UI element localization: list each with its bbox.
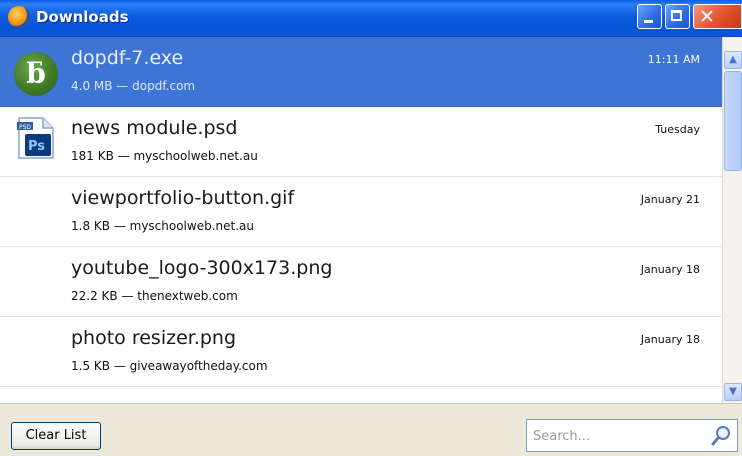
scroll-down-button[interactable]: ▼	[724, 383, 742, 401]
search-input[interactable]	[531, 424, 705, 449]
download-filename: dopdf-7.exe	[71, 47, 184, 69]
bottom-toolbar: Clear List	[0, 403, 742, 456]
vertical-scrollbar[interactable]: ▲ ▼	[722, 37, 742, 403]
download-item[interactable]: PSD Ps news module.psd 181 KB — myschool…	[0, 107, 722, 177]
download-filename: news module.psd	[71, 117, 238, 139]
download-date: Tuesday	[655, 123, 700, 136]
svg-text:PSD: PSD	[19, 124, 31, 131]
download-filename: viewportfolio-button.gif	[71, 187, 295, 209]
download-date: January 21	[640, 193, 700, 206]
download-item[interactable]: viewportfolio-button.gif 1.8 KB — myscho…	[0, 177, 722, 247]
svg-text:Ps: Ps	[28, 139, 45, 154]
minimize-icon	[644, 20, 653, 23]
scroll-up-button[interactable]: ▲	[724, 51, 742, 69]
download-details: 1.8 KB — myschoolweb.net.au	[71, 219, 254, 233]
download-date: January 18	[640, 263, 700, 276]
dopdf-app-icon: ƃ	[14, 52, 58, 96]
maximize-button[interactable]	[665, 4, 690, 29]
download-date: 11:11 AM	[647, 53, 700, 66]
close-button[interactable]: ✕	[693, 4, 742, 29]
download-filename: youtube_logo-300x173.png	[71, 257, 333, 279]
download-details: 1.5 KB — giveawayoftheday.com	[71, 359, 268, 373]
window-title: Downloads	[36, 8, 129, 26]
download-item[interactable]: photo resizer.png 1.5 KB — giveawayofthe…	[0, 317, 722, 387]
chevron-down-icon: ▼	[729, 386, 737, 397]
search-field[interactable]	[526, 419, 738, 452]
download-item[interactable]: youtube_logo-300x173.png 22.2 KB — thene…	[0, 247, 722, 317]
maximize-icon	[671, 10, 682, 21]
download-details: 181 KB — myschoolweb.net.au	[71, 149, 258, 163]
firefox-icon	[8, 6, 30, 28]
downloads-list[interactable]: ƃ dopdf-7.exe 4.0 MB — dopdf.com 11:11 A…	[0, 37, 722, 403]
scrollbar-thumb[interactable]	[724, 71, 742, 171]
photoshop-file-icon: PSD Ps	[17, 117, 54, 159]
chevron-up-icon: ▲	[729, 54, 737, 65]
search-icon[interactable]	[710, 425, 732, 447]
close-icon: ✕	[699, 6, 715, 28]
download-details: 4.0 MB — dopdf.com	[71, 79, 196, 93]
clear-list-button[interactable]: Clear List	[11, 422, 101, 450]
download-filename: photo resizer.png	[71, 327, 237, 349]
download-item[interactable]: ƃ dopdf-7.exe 4.0 MB — dopdf.com 11:11 A…	[0, 37, 722, 107]
downloads-window: Downloads ✕ ƃ dopdf-7.exe 4.0 MB — dopdf…	[0, 0, 742, 456]
minimize-button[interactable]	[637, 4, 662, 29]
download-details: 22.2 KB — thenextweb.com	[71, 289, 238, 303]
download-date: January 18	[640, 333, 700, 346]
title-bar[interactable]: Downloads ✕	[0, 0, 742, 37]
